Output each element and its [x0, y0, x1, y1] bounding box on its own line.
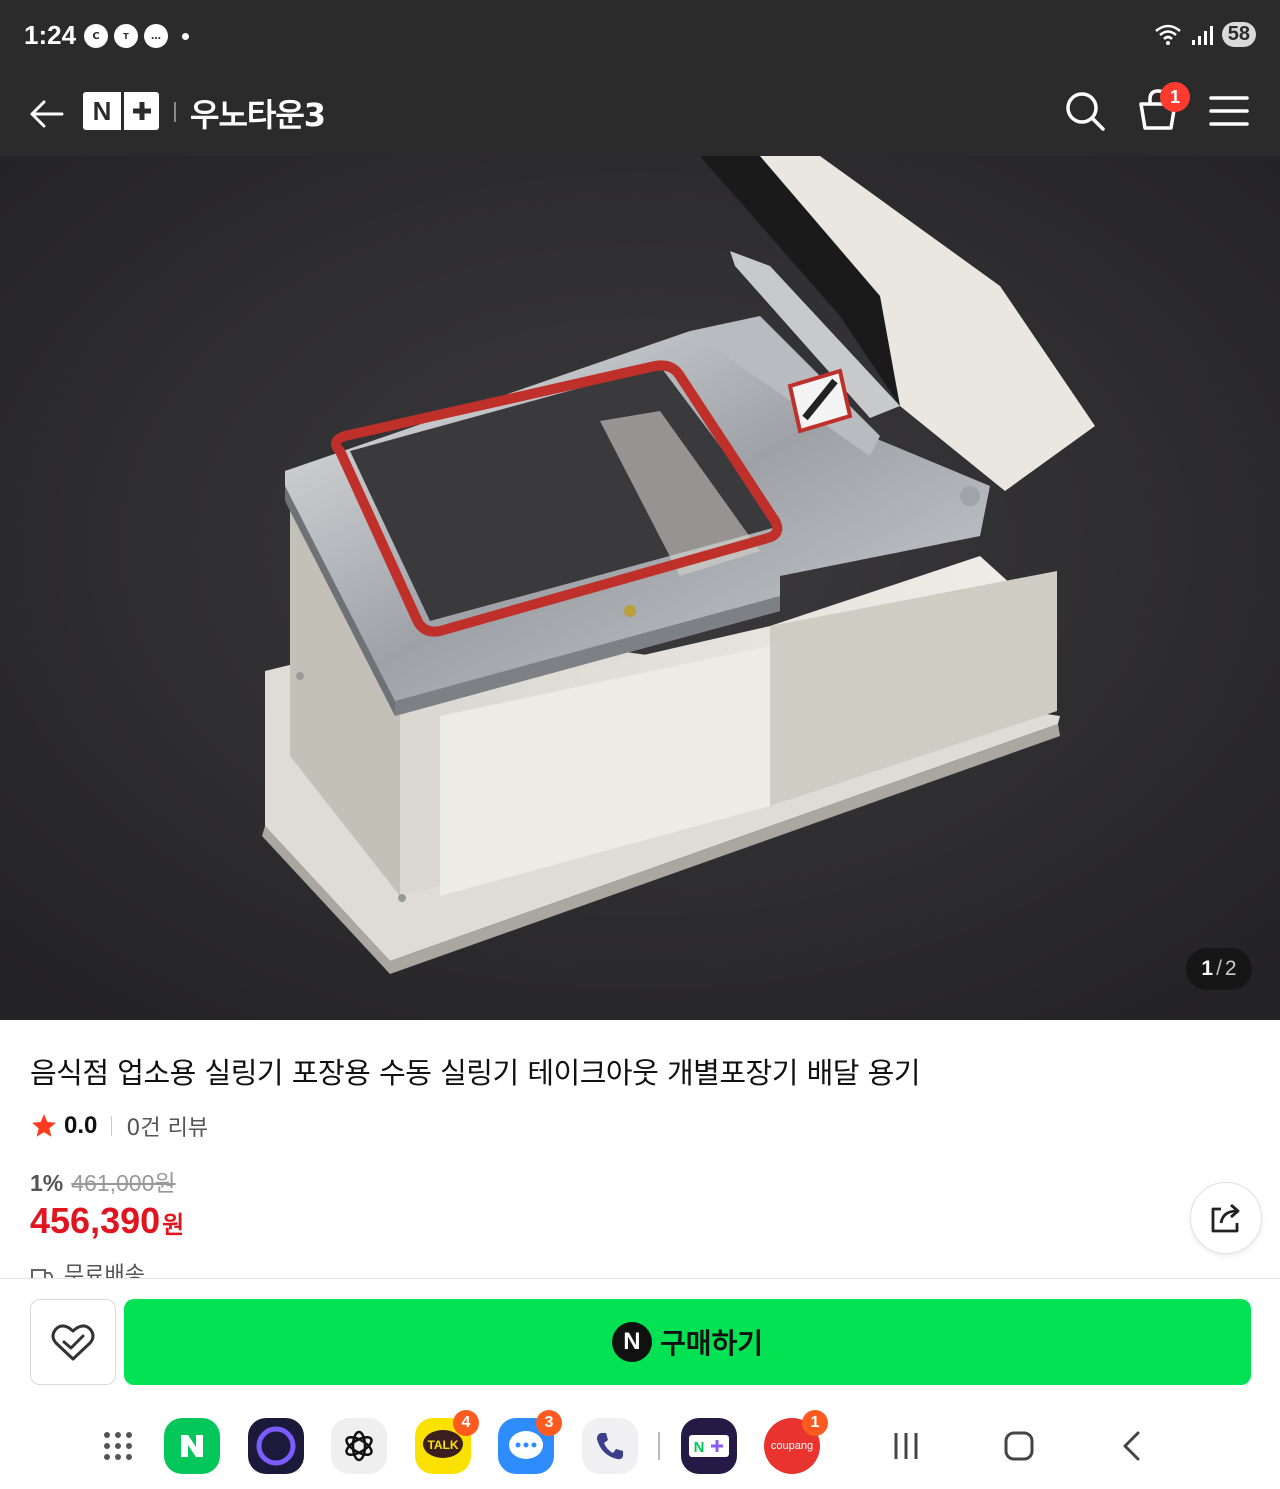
- header-divider: [174, 102, 176, 122]
- chatgpt-knot-icon: [345, 1430, 373, 1462]
- review-count[interactable]: 0건 리뷰: [126, 1110, 208, 1142]
- wishlist-button[interactable]: [30, 1299, 116, 1385]
- product-title: 음식점 업소용 실링기 포장용 수동 실링기 테이크아웃 개별포장기 배달 용기: [30, 1056, 921, 1090]
- naver-pay-icon: N: [611, 1322, 652, 1362]
- image-page-indicator: 1 / 2: [1186, 948, 1252, 990]
- buy-now-button[interactable]: N 구매하기: [124, 1299, 1251, 1385]
- search-button[interactable]: [1062, 88, 1108, 134]
- battery-indicator: 58: [1221, 22, 1256, 47]
- share-button[interactable]: [1190, 1182, 1262, 1254]
- svg-text:TALK: TALK: [427, 1438, 458, 1452]
- svg-text:N: N: [694, 1439, 705, 1456]
- system-navigation-bar: TALK 4 3 N coupang 1: [0, 1400, 1280, 1489]
- notification-icons: C T …: [84, 24, 189, 48]
- recent-apps-button[interactable]: [884, 1424, 928, 1468]
- store-name[interactable]: 우노타운3: [190, 90, 326, 136]
- rating-value: 0.0: [64, 1112, 98, 1139]
- talk-notification-icon: T: [114, 24, 138, 48]
- sale-price: 456,390: [30, 1200, 161, 1241]
- recents-icon: [894, 1433, 918, 1459]
- status-right: 58: [1154, 22, 1256, 47]
- shipping-info: 무료배송: [30, 1262, 145, 1278]
- truck-icon: [31, 1269, 53, 1278]
- dock-app-naver-plus-store[interactable]: N: [681, 1418, 737, 1474]
- chat-notification-icon: …: [144, 24, 168, 48]
- cart-count-badge: 1: [1160, 82, 1190, 112]
- coupang-label: coupang: [770, 1440, 814, 1452]
- discount-row: 1% 461,000원: [30, 1164, 176, 1198]
- back-arrow-icon: [30, 100, 64, 128]
- current-image-index: 1: [1201, 957, 1214, 980]
- status-bar: 1:24 C T … 58: [0, 0, 1280, 72]
- search-icon: [1066, 92, 1105, 131]
- heart-check-icon: [51, 1324, 95, 1361]
- dock-separator: [658, 1432, 660, 1460]
- kakaotalk-badge: 4: [453, 1410, 479, 1436]
- home-button[interactable]: [997, 1424, 1041, 1468]
- status-time: 1:24: [24, 20, 77, 50]
- naver-plus-logo[interactable]: N: [83, 92, 159, 130]
- rating-divider: [111, 1116, 113, 1136]
- home-square-icon: [1004, 1431, 1034, 1461]
- star-icon: [32, 1114, 56, 1137]
- purchase-action-bar: N 구매하기: [0, 1278, 1280, 1400]
- app-header: N 우노타운3 1: [0, 72, 1280, 156]
- dock-app-kakaotalk[interactable]: TALK 4: [415, 1410, 479, 1474]
- dock-app-coupang[interactable]: coupang 1: [764, 1410, 828, 1474]
- original-price: 461,000원: [71, 1170, 176, 1196]
- share-icon: [1211, 1203, 1240, 1233]
- dock-app-phone[interactable]: [582, 1418, 638, 1474]
- messages-badge: 3: [536, 1410, 562, 1436]
- rating-row[interactable]: 0.0 0건 리뷰: [30, 1108, 208, 1144]
- wifi-icon: [1154, 24, 1181, 45]
- system-back-button[interactable]: [1110, 1424, 1154, 1468]
- dock-app-naver[interactable]: [164, 1418, 220, 1474]
- signal-icon: [1191, 25, 1213, 45]
- buy-now-label: 구매하기: [659, 1327, 764, 1360]
- dock-app-messages[interactable]: 3: [498, 1410, 562, 1474]
- chevron-left-icon: [1123, 1431, 1140, 1461]
- hamburger-menu-icon: [1209, 96, 1249, 126]
- coupang-badge: 1: [802, 1410, 828, 1436]
- plus-icon: [121, 92, 159, 130]
- dock-app-samsung-internet[interactable]: [248, 1418, 304, 1474]
- naver-n-icon: [181, 1435, 203, 1457]
- c-notification-icon: C: [84, 24, 108, 48]
- currency-unit: 원: [162, 1211, 185, 1239]
- total-image-count: 2: [1224, 957, 1237, 980]
- discount-rate: 1%: [30, 1170, 64, 1196]
- product-photo-sealing-machine: [0, 156, 1280, 1020]
- grid-dots-icon: [104, 1432, 132, 1460]
- page-separator: /: [1216, 957, 1222, 980]
- back-button[interactable]: [24, 92, 68, 136]
- dock-app-chatgpt[interactable]: [331, 1418, 387, 1474]
- phone-icon: [597, 1433, 623, 1460]
- internet-orbit-icon: [256, 1426, 296, 1466]
- naver-plus-icon: N: [689, 1435, 729, 1457]
- logo-letter: N: [92, 95, 112, 126]
- menu-button[interactable]: [1208, 94, 1250, 128]
- message-bubble-icon: [509, 1431, 543, 1459]
- sale-price-row: 456,390 원: [30, 1200, 184, 1242]
- app-drawer-button[interactable]: [96, 1424, 140, 1468]
- product-image-gallery[interactable]: [0, 156, 1280, 1020]
- shipping-label: 무료배송: [64, 1263, 145, 1278]
- more-notifications-icon: [182, 32, 189, 40]
